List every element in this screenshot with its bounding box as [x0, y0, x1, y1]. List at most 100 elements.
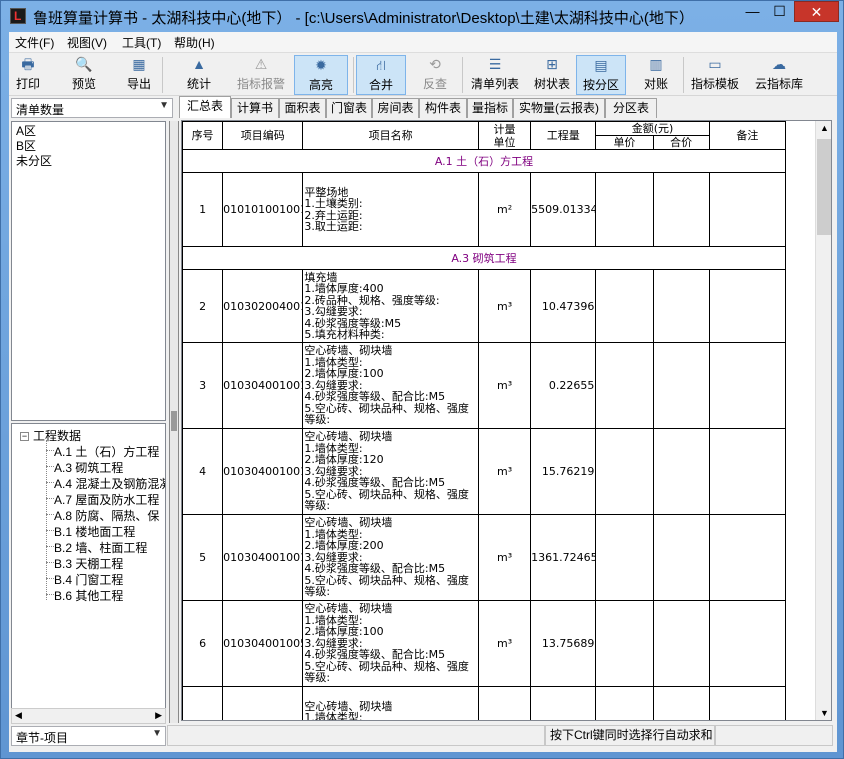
panel-splitter[interactable] [169, 121, 179, 723]
cell-name[interactable]: 平整场地 1.土壤类别: 2.弃土运距: 3.取土运距: [302, 172, 479, 247]
scroll-up-icon[interactable]: ▲ [820, 123, 829, 133]
tree-item[interactable]: A.8 防腐、隔热、保 [54, 507, 159, 524]
cell-quantity[interactable]: 0.22655 [530, 342, 597, 429]
cell-unit-price[interactable] [595, 172, 654, 247]
tree-horizontal-scrollbar[interactable]: ◀ ▶ [11, 708, 166, 724]
toolbar-button-tree-table[interactable]: ⊞ 树状表 [529, 55, 575, 95]
tree-item[interactable]: B.1 楼地面工程 [54, 523, 135, 540]
quantity-type-select[interactable]: 清单数量 ▼ [11, 98, 173, 118]
splitter-grip-icon[interactable] [171, 411, 177, 431]
toolbar-button-reconcile[interactable]: ▥ 对账 [634, 55, 678, 95]
tree-item[interactable]: B.6 其他工程 [54, 587, 123, 604]
menu-file[interactable]: 文件(F) [15, 34, 54, 51]
zone-item-a[interactable]: A区 [16, 124, 161, 139]
table-vertical-scrollbar[interactable]: ▲ ▼ [815, 121, 831, 720]
cell-unit[interactable]: m² [477, 172, 532, 247]
section-row[interactable]: A.1 土（石）方工程 [182, 149, 786, 173]
cell-no[interactable]: 7 [182, 686, 224, 720]
cell-unit[interactable]: m³ [477, 428, 532, 515]
menu-view[interactable]: 视图(V) [67, 34, 107, 51]
tree-item[interactable]: A.3 砌筑工程 [54, 459, 123, 476]
cell-unit[interactable]: m³ [477, 686, 532, 720]
tree-item[interactable]: A.7 屋面及防水工程 [54, 491, 159, 508]
table-row[interactable]: 2 010302004001 填充墙 1.墙体厚度:400 2.砖品种、规格、强度等… [182, 269, 787, 343]
section-row[interactable]: A.3 砌筑工程 [182, 246, 786, 270]
scrollbar-thumb[interactable] [817, 139, 831, 235]
cell-name[interactable]: 空心砖墙、砌块墙 1.墙体类型: 2.墙体厚度:200 3.勾缝要求: 4.砂浆… [302, 686, 479, 720]
cell-total[interactable] [652, 172, 710, 247]
title-bar[interactable]: 鲁班算量计算书 - 太湖科技中心(地下） - [c:\Users\Adminis… [1, 1, 844, 32]
cell-unit-price[interactable] [595, 686, 654, 720]
table-row[interactable]: 1 010101001001 平整场地 1.土壤类别: 2.弃土运距: 3.取土运距… [182, 172, 787, 247]
cell-unit-price[interactable] [595, 428, 654, 515]
header-total[interactable]: 合价 [652, 135, 710, 150]
cell-code[interactable]: 010304001001 [222, 342, 304, 429]
toolbar-button-by-zone[interactable]: ▤ 按分区 [576, 55, 626, 95]
cell-no[interactable]: 1 [182, 172, 224, 247]
cell-unit-price[interactable] [595, 269, 654, 343]
cell-code[interactable]: 010304001001 [222, 428, 304, 515]
cell-no[interactable]: 5 [182, 514, 224, 601]
cell-unit[interactable]: m³ [477, 514, 532, 601]
cell-code[interactable]: 010304001005 [222, 686, 304, 720]
grouping-select[interactable]: 章节-项目 ▼ [11, 726, 166, 746]
collapse-icon[interactable]: − [20, 432, 29, 442]
cell-code[interactable]: 010304001001 [222, 514, 304, 601]
menu-help[interactable]: 帮助(H) [174, 34, 215, 51]
tree-item[interactable]: A.4 混凝土及钢筋混凝 [54, 475, 165, 492]
toolbar-button-printer[interactable]: 🖶 打印 [11, 55, 45, 95]
cell-remark[interactable] [708, 514, 787, 601]
cell-total[interactable] [652, 514, 710, 601]
toolbar-button-highlight[interactable]: ✹ 高亮 [294, 55, 348, 95]
header-unit[interactable]: 计量 单位 [477, 121, 532, 150]
tree-item[interactable]: B.3 天棚工程 [54, 555, 123, 572]
toolbar-button-statistics[interactable]: ▲ 统计 [181, 55, 217, 95]
cell-remark[interactable] [708, 172, 787, 247]
cell-code[interactable]: 010101001001 [222, 172, 304, 247]
tree-item[interactable]: B.2 墙、柱面工程 [54, 539, 147, 556]
cell-unit[interactable]: m³ [477, 600, 532, 687]
menu-tools[interactable]: 工具(T) [122, 34, 161, 51]
cell-unit-price[interactable] [595, 600, 654, 687]
cell-remark[interactable] [708, 686, 787, 720]
header-code[interactable]: 项目编码 [222, 121, 304, 150]
table-row[interactable]: 4 010304001001 空心砖墙、砌块墙 1.墙体类型: 2.墙体厚度:120… [182, 428, 787, 515]
scroll-right-icon[interactable]: ▶ [155, 710, 162, 721]
cell-name[interactable]: 空心砖墙、砌块墙 1.墙体类型: 2.墙体厚度:100 3.勾缝要求: 4.砂浆… [302, 342, 479, 429]
cell-unit[interactable]: m³ [477, 342, 532, 429]
cell-no[interactable]: 2 [182, 269, 224, 343]
minimize-button[interactable]: — [739, 1, 766, 22]
tab-5[interactable]: 构件表 [419, 98, 467, 118]
cell-unit-price[interactable] [595, 342, 654, 429]
cell-quantity[interactable]: 4047.27661 [530, 686, 597, 720]
scroll-down-icon[interactable]: ▼ [820, 708, 829, 718]
toolbar-button-alarm[interactable]: ⚠ 指标报警 [233, 55, 289, 95]
tab-4[interactable]: 房间表 [372, 98, 419, 118]
cell-quantity[interactable]: 15.76219 [530, 428, 597, 515]
cell-no[interactable]: 3 [182, 342, 224, 429]
zone-item-unassigned[interactable]: 未分区 [16, 154, 161, 169]
tree-root[interactable]: − 工程数据 [20, 427, 81, 444]
chevron-down-icon[interactable]: ▼ [152, 728, 162, 739]
cell-total[interactable] [652, 686, 710, 720]
tab-6[interactable]: 量指标 [467, 98, 513, 118]
cell-quantity[interactable]: 5509.01334 [530, 172, 597, 247]
cell-quantity[interactable]: 1361.72465 [530, 514, 597, 601]
tree-item[interactable]: A.1 土（石）方工程 [54, 443, 159, 460]
close-button[interactable]: ✕ [794, 1, 839, 22]
toolbar-button-export-excel[interactable]: ▦ 导出 [121, 55, 157, 95]
cell-total[interactable] [652, 342, 710, 429]
cell-total[interactable] [652, 600, 710, 687]
cell-name[interactable]: 填充墙 1.墙体厚度:400 2.砖品种、规格、强度等级: 3.勾缝要求: 4.… [302, 269, 479, 343]
toolbar-button-merge[interactable]: ⛙ 合并 [356, 55, 406, 95]
tab-8[interactable]: 分区表 [605, 98, 657, 118]
cell-code[interactable]: 010304001005 [222, 600, 304, 687]
header-quantity[interactable]: 工程量 [530, 121, 597, 150]
cell-remark[interactable] [708, 428, 787, 515]
cell-unit-price[interactable] [595, 514, 654, 601]
toolbar-button-cloud-index[interactable]: ☁ 云指标库 [746, 55, 812, 95]
toolbar-button-index-template[interactable]: ▭ 指标模板 [682, 55, 748, 95]
tab-7[interactable]: 实物量(云报表) [513, 98, 605, 118]
header-name[interactable]: 项目名称 [302, 121, 479, 150]
cell-unit[interactable]: m³ [477, 269, 532, 343]
